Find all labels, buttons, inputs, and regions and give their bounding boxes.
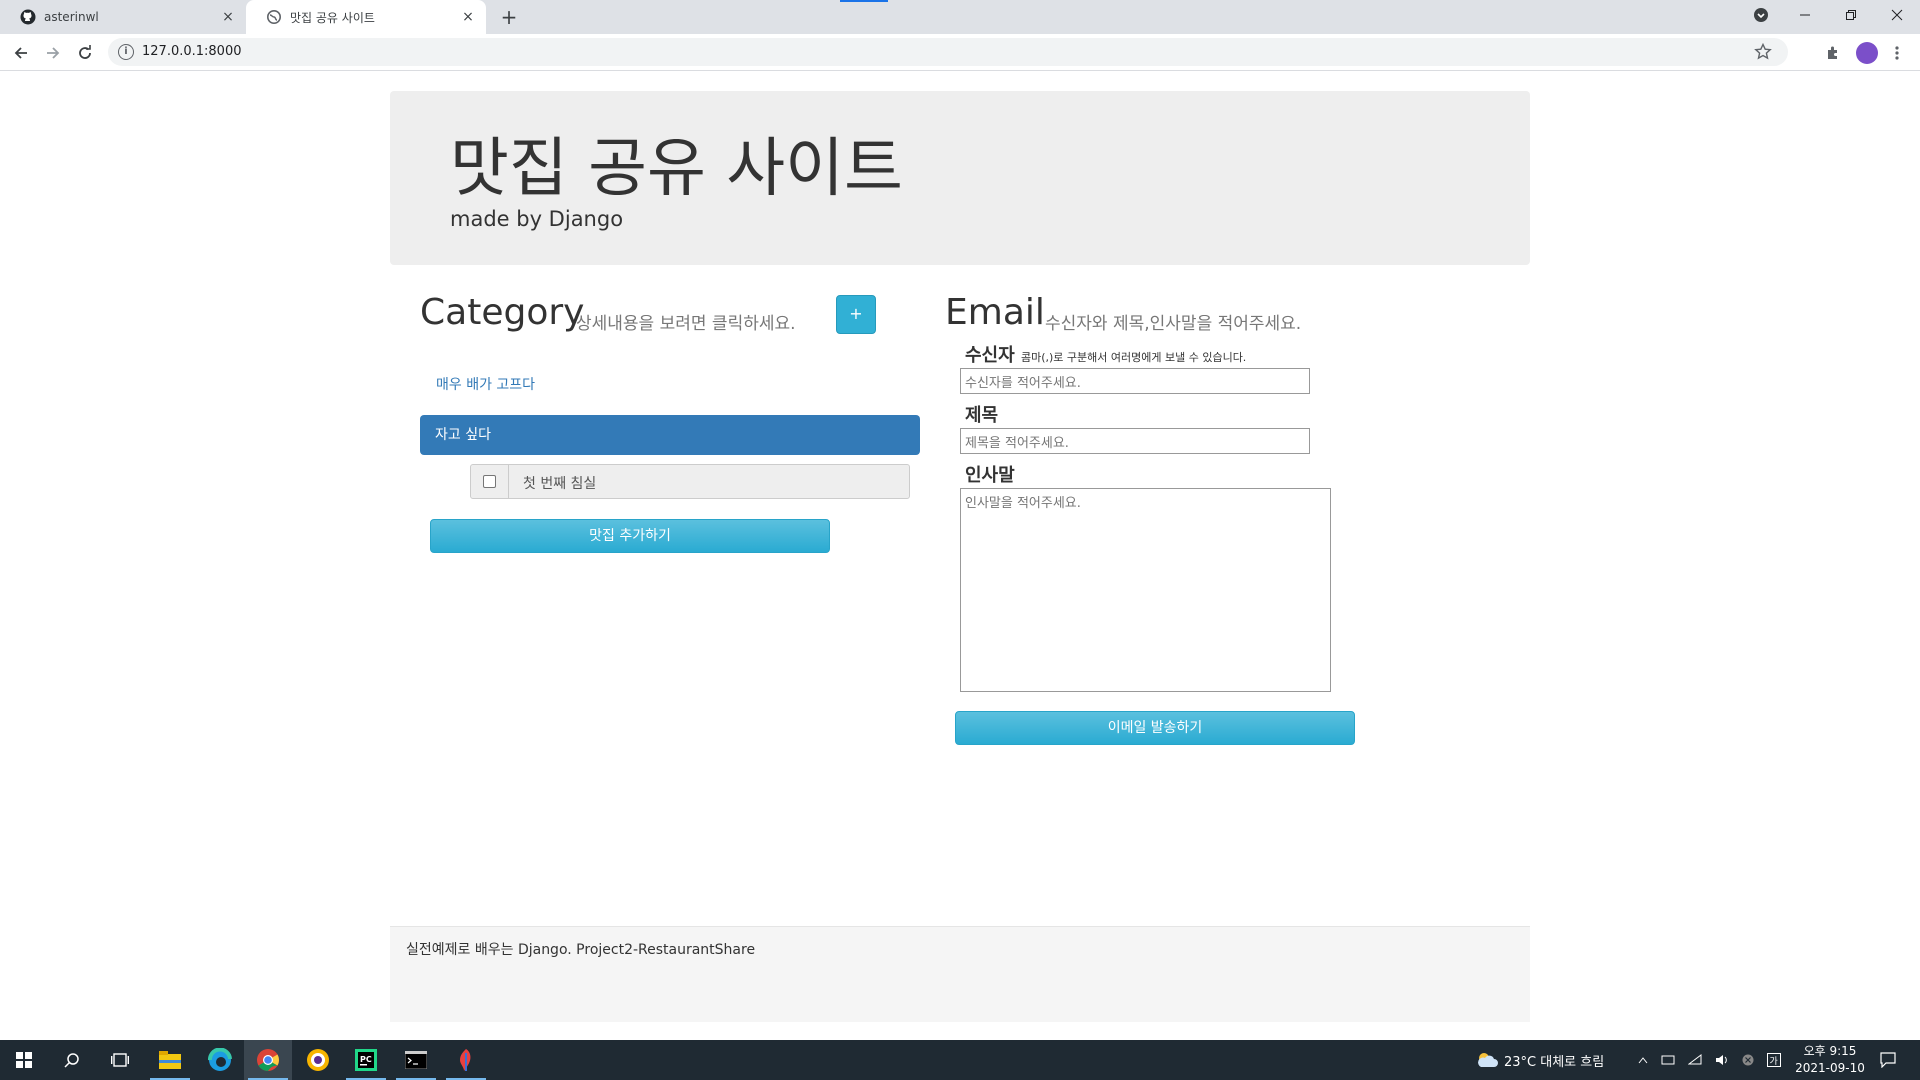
network-icon[interactable] — [1661, 1054, 1675, 1066]
forward-arrow-icon[interactable] — [40, 40, 66, 66]
tab-title: 맛집 공유 사이트 — [290, 10, 375, 25]
app-feather-icon[interactable] — [442, 1040, 490, 1080]
windows-start-icon[interactable] — [0, 1040, 48, 1080]
notification-off-icon[interactable] — [1742, 1054, 1754, 1066]
profile-avatar[interactable] — [1856, 42, 1878, 64]
subject-input[interactable]: 제목을 적어주세요. — [960, 428, 1310, 454]
category-item-sleepy[interactable]: 자고 싶다 — [420, 415, 920, 455]
clock-date: 2021-09-10 — [1795, 1061, 1865, 1075]
system-tray: 가 — [1638, 1040, 1781, 1080]
tab-title: asterinwl — [44, 10, 99, 24]
tab-asterinwl[interactable]: asterinwl × — [0, 0, 246, 34]
new-tab-button[interactable]: + — [498, 6, 520, 28]
edge-browser-icon[interactable] — [196, 1040, 244, 1080]
browser-tab-strip: asterinwl × 맛집 공유 사이트 × + — [0, 0, 1920, 34]
recipient-label-text: 수신자 — [965, 345, 1015, 366]
ime-icon[interactable]: 가 — [1767, 1053, 1781, 1067]
category-hint: 상세내용을 보려면 클릭하세요. — [576, 314, 796, 334]
page-title: 맛집 공유 사이트 — [450, 132, 903, 206]
jumbotron: 맛집 공유 사이트 made by Django — [390, 91, 1530, 265]
restore-icon[interactable] — [1828, 0, 1874, 30]
recipient-help-text: 콤마(,)로 구분해서 여러명에게 보낼 수 있습니다. — [1020, 351, 1247, 364]
file-explorer-icon[interactable] — [146, 1040, 194, 1080]
weather-text: 23°C 대체로 흐림 — [1504, 1054, 1605, 1070]
terminal-icon[interactable] — [392, 1040, 440, 1080]
volume-icon[interactable] — [1715, 1054, 1729, 1066]
footer-text: 실전예제로 배우는 Django. Project2-RestaurantSha… — [406, 942, 756, 958]
extensions-puzzle-icon[interactable] — [1820, 40, 1846, 66]
email-hint: 수신자와 제목,인사말을 적어주세요. — [1045, 314, 1302, 334]
wifi-icon[interactable] — [1688, 1054, 1702, 1066]
system-clock[interactable]: 오후 9:15 2021-09-10 — [1790, 1043, 1870, 1077]
category-heading: Category — [420, 292, 585, 333]
back-arrow-icon[interactable] — [8, 40, 34, 66]
windows-taskbar: PC 23°C 대체로 흐림 가 오후 9:15 2021-09-10 — [0, 1040, 1920, 1080]
cloudy-weather-icon — [1478, 1053, 1498, 1067]
close-window-icon[interactable] — [1874, 0, 1920, 30]
task-view-icon[interactable] — [96, 1040, 144, 1080]
search-icon[interactable] — [48, 1040, 96, 1080]
github-icon — [20, 9, 36, 25]
reload-icon[interactable] — [72, 40, 98, 66]
restaurant-name[interactable]: 첫 번째 침실 — [523, 473, 596, 493]
send-email-button[interactable]: 이메일 발송하기 — [955, 711, 1355, 745]
chevron-up-icon[interactable] — [1638, 1056, 1648, 1064]
globe-icon — [266, 9, 282, 25]
pycharm-icon[interactable]: PC — [342, 1040, 390, 1080]
email-heading: Email — [945, 292, 1045, 333]
chrome-icon[interactable] — [244, 1040, 292, 1080]
app-circle-icon[interactable] — [294, 1040, 342, 1080]
greeting-textarea[interactable]: 인사말을 적어주세요. — [960, 488, 1331, 692]
close-tab-icon[interactable]: × — [460, 9, 476, 25]
restaurant-list-item: 첫 번째 침실 — [470, 464, 910, 499]
svg-text:PC: PC — [360, 1055, 372, 1064]
clock-time: 오후 9:15 — [1803, 1044, 1857, 1058]
browser-toolbar: i 127.0.0.1:8000 — [0, 34, 1920, 71]
loading-indicator — [840, 0, 888, 2]
close-tab-icon[interactable]: × — [220, 9, 236, 25]
recipient-input[interactable]: 수신자를 적어주세요. — [960, 368, 1310, 394]
tab-search-icon[interactable] — [1738, 0, 1784, 30]
info-icon[interactable]: i — [118, 44, 134, 60]
footer: 실전예제로 배우는 Django. Project2-RestaurantSha… — [390, 926, 1530, 1022]
greeting-label: 인사말 — [965, 465, 1015, 486]
add-category-button[interactable]: + — [836, 295, 876, 334]
weather-widget[interactable]: 23°C 대체로 흐림 — [1476, 1040, 1604, 1080]
menu-kebab-icon[interactable] — [1884, 40, 1910, 66]
restaurant-checkbox[interactable] — [471, 465, 509, 498]
minimize-icon[interactable] — [1782, 0, 1828, 30]
category-item-hungry[interactable]: 매우 배가 고프다 — [436, 374, 535, 394]
bookmark-star-icon[interactable] — [1754, 42, 1772, 65]
add-restaurant-button[interactable]: 맛집 추가하기 — [430, 519, 830, 553]
page-subtitle: made by Django — [450, 207, 624, 231]
tab-restaurant-share[interactable]: 맛집 공유 사이트 × — [246, 0, 486, 34]
svg-text:가: 가 — [1770, 1056, 1778, 1067]
subject-label: 제목 — [965, 405, 999, 426]
url-text[interactable]: 127.0.0.1:8000 — [142, 44, 242, 59]
action-center-icon[interactable] — [1864, 1040, 1912, 1080]
recipient-label: 수신자 콤마(,)로 구분해서 여러명에게 보낼 수 있습니다. — [965, 341, 1246, 367]
address-bar[interactable]: i 127.0.0.1:8000 — [108, 38, 1788, 66]
